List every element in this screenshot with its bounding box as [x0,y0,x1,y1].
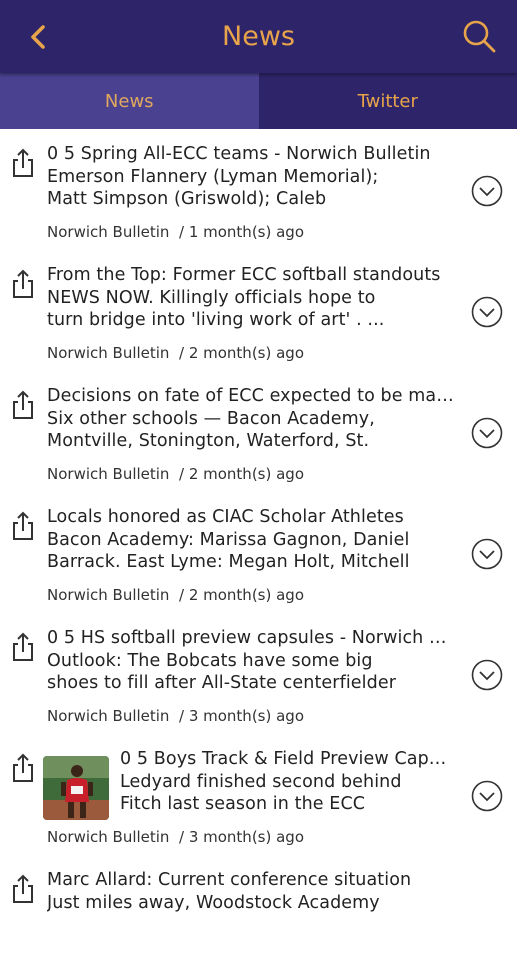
share-icon[interactable] [10,268,36,300]
article-meta: Norwich Bulletin / 2 month(s) ago [47,586,304,604]
share-icon[interactable] [10,510,36,542]
article-source: Norwich Bulletin [47,586,169,604]
share-icon[interactable] [10,873,36,905]
article-snippet: Montville, Stonington, Waterford, St. [47,430,455,453]
share-icon[interactable] [10,389,36,421]
list-item[interactable]: 0 5 HS softball preview capsules - Norwi… [0,613,517,734]
search-icon[interactable] [461,18,497,54]
article-meta: Norwich Bulletin / 3 month(s) ago [47,707,304,725]
article-meta: Norwich Bulletin / 3 month(s) ago [47,828,304,846]
article-title: 0 5 Boys Track & Field Preview Capsules [120,748,455,771]
share-icon[interactable] [10,752,36,784]
article-age: / 1 month(s) ago [179,223,304,241]
article-meta: Norwich Bulletin / 2 month(s) ago [47,344,304,362]
app-header: News [0,0,517,73]
list-item[interactable]: Decisions on fate of ECC expected to be … [0,371,517,492]
tab-twitter[interactable]: Twitter [259,73,517,129]
expand-chevron-icon[interactable] [471,659,503,691]
page-title: News [0,20,517,54]
article-snippet: Six other schools — Bacon Academy, [47,408,455,431]
tab-news[interactable]: News [0,73,259,129]
expand-chevron-icon[interactable] [471,780,503,812]
expand-chevron-icon[interactable] [471,296,503,328]
article-title: Decisions on fate of ECC expected to be … [47,385,455,408]
article-snippet: NEWS NOW. Killingly officials hope to [47,287,455,310]
article-snippet: Outlook: The Bobcats have some big [47,650,455,673]
list-item[interactable]: Locals honored as CIAC Scholar Athletes … [0,492,517,613]
article-snippet: shoes to fill after All-State centerfiel… [47,672,455,695]
article-age: / 2 month(s) ago [179,586,304,604]
list-item[interactable]: Marc Allard: Current conference situatio… [0,855,517,976]
article-title: 0 5 HS softball preview capsules - Norwi… [47,627,455,650]
expand-chevron-icon[interactable] [471,175,503,207]
list-item[interactable]: 0 5 Boys Track & Field Preview Capsules … [0,734,517,855]
article-source: Norwich Bulletin [47,223,169,241]
article-text: 0 5 Boys Track & Field Preview Capsules … [120,748,455,816]
article-source: Norwich Bulletin [47,344,169,362]
list-item[interactable]: From the Top: Former ECC softball stando… [0,250,517,371]
article-title: Locals honored as CIAC Scholar Athletes [47,506,455,529]
article-text: Marc Allard: Current conference situatio… [47,869,455,914]
article-text: Decisions on fate of ECC expected to be … [47,385,455,453]
expand-chevron-icon[interactable] [471,417,503,449]
share-icon[interactable] [10,631,36,663]
article-age: / 2 month(s) ago [179,344,304,362]
article-snippet: Ledyard finished second behind [120,771,455,794]
article-title: From the Top: Former ECC softball stando… [47,264,455,287]
article-text: Locals honored as CIAC Scholar Athletes … [47,506,455,574]
article-age: / 3 month(s) ago [179,828,304,846]
article-snippet: Barrack. East Lyme: Megan Holt, Mitchell [47,551,455,574]
list-item[interactable]: 0 5 Spring All-ECC teams - Norwich Bulle… [0,129,517,250]
article-source: Norwich Bulletin [47,465,169,483]
article-meta: Norwich Bulletin / 1 month(s) ago [47,223,304,241]
article-snippet: Fitch last season in the ECC [120,793,455,816]
article-age: / 2 month(s) ago [179,465,304,483]
article-source: Norwich Bulletin [47,707,169,725]
article-text: 0 5 HS softball preview capsules - Norwi… [47,627,455,695]
article-title: Marc Allard: Current conference situatio… [47,869,455,892]
article-text: 0 5 Spring All-ECC teams - Norwich Bulle… [47,143,455,211]
share-icon[interactable] [10,147,36,179]
article-title: 0 5 Spring All-ECC teams - Norwich Bulle… [47,143,455,166]
tab-bar: News Twitter [0,73,517,129]
article-snippet: turn bridge into 'living work of art' . … [47,309,455,332]
article-source: Norwich Bulletin [47,828,169,846]
article-snippet: Just miles away, Woodstock Academy [47,892,455,915]
article-text: From the Top: Former ECC softball stando… [47,264,455,332]
article-snippet: Bacon Academy: Marissa Gagnon, Daniel [47,529,455,552]
article-snippet: Emerson Flannery (Lyman Memorial); [47,166,455,189]
news-list: 0 5 Spring All-ECC teams - Norwich Bulle… [0,129,517,976]
article-thumbnail[interactable] [43,756,109,820]
article-snippet: Matt Simpson (Griswold); Caleb [47,188,455,211]
expand-chevron-icon[interactable] [471,538,503,570]
article-meta: Norwich Bulletin / 2 month(s) ago [47,465,304,483]
article-age: / 3 month(s) ago [179,707,304,725]
